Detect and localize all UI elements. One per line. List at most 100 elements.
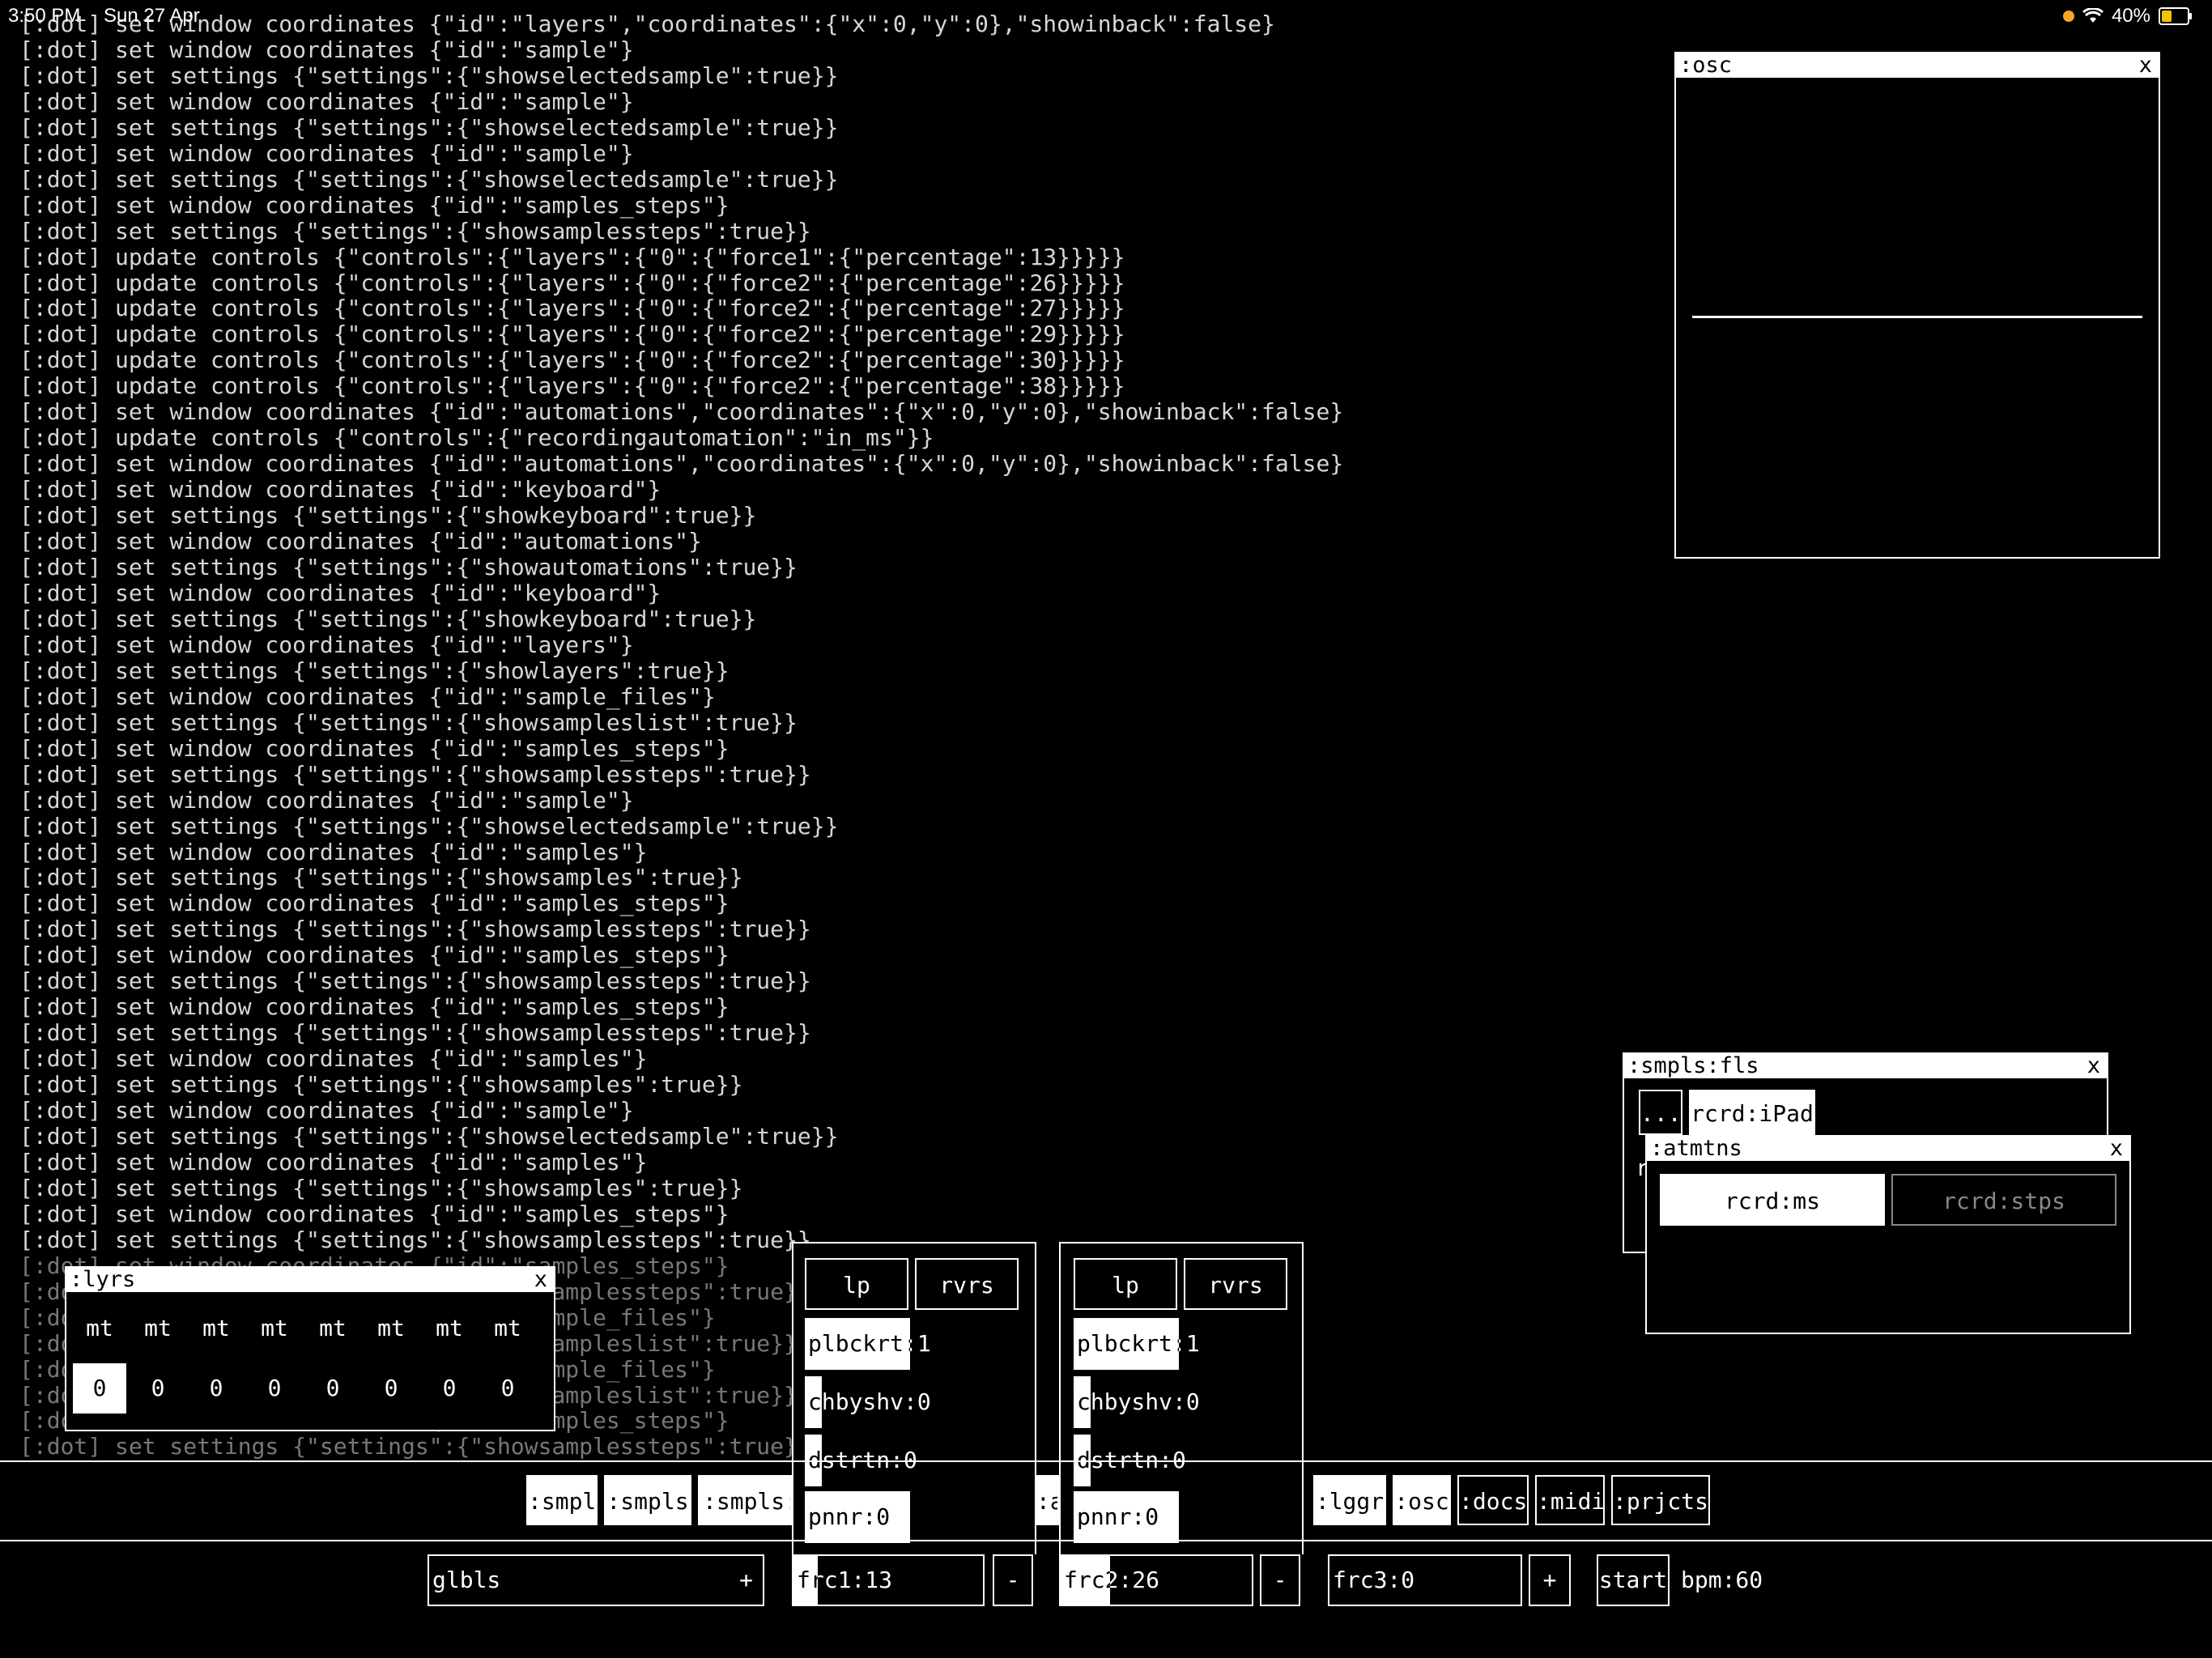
force1-slider[interactable]: frc1:13: [792, 1554, 985, 1606]
status-time: 3:50 PM: [8, 5, 81, 27]
layer-mute-6[interactable]: mt: [423, 1315, 476, 1341]
log-line: [:dot] set window coordinates {"id":"key…: [19, 476, 661, 504]
automations-window[interactable]: :atmtns x rcrd:ms rcrd:stps: [1645, 1135, 2131, 1334]
globals-add-button[interactable]: +: [739, 1556, 753, 1605]
osc-title: :osc: [1679, 53, 1733, 78]
layer-select-0[interactable]: 0: [73, 1363, 126, 1414]
parent-folder-button[interactable]: ...: [1639, 1090, 1682, 1135]
log-line: [:dot] set settings {"settings":{"showke…: [19, 605, 757, 632]
sample-files-titlebar[interactable]: :smpls:fls x: [1624, 1054, 2107, 1078]
start-button[interactable]: start: [1597, 1554, 1670, 1606]
log-line: [:dot] set settings {"settings":{"showsa…: [19, 708, 798, 736]
bpm-readout[interactable]: bpm:60: [1681, 1554, 1763, 1606]
record-steps-button[interactable]: rcrd:stps: [1891, 1174, 2116, 1226]
log-line: [:dot] update controls {"controls":{"lay…: [19, 295, 1125, 322]
globals-field[interactable]: glbls +: [428, 1554, 764, 1606]
loop-button-2[interactable]: lp: [1074, 1258, 1177, 1310]
layer-select-4[interactable]: 0: [306, 1363, 359, 1414]
reverse-button-1[interactable]: rvrs: [915, 1258, 1019, 1310]
panner-control-1[interactable]: pnnr:0: [805, 1491, 1015, 1543]
force3-slider[interactable]: frc3:0: [1328, 1554, 1522, 1606]
toolbar-prjcts-button[interactable]: :prjcts: [1611, 1475, 1710, 1525]
playback-rate-label-1: plbckrt:1: [808, 1330, 931, 1357]
log-line: [:dot] set settings {"settings":{"showsa…: [19, 967, 811, 995]
log-line: [:dot] set window coordinates {"id":"sam…: [19, 838, 648, 865]
log-line: [:dot] update controls {"controls":{"rec…: [19, 424, 934, 452]
layer-mute-4[interactable]: mt: [306, 1315, 359, 1341]
osc-window[interactable]: :osc x: [1674, 52, 2160, 559]
chebyshev-label-2: chbyshv:0: [1077, 1388, 1200, 1415]
panner-control-2[interactable]: pnnr:0: [1074, 1491, 1284, 1543]
toolbar-docs-button[interactable]: :docs: [1457, 1475, 1529, 1525]
layer-mute-2[interactable]: mt: [189, 1315, 243, 1341]
layer-mute-0[interactable]: mt: [73, 1315, 126, 1341]
sample-files-title: :smpls:fls: [1627, 1053, 1759, 1078]
layer-select-2[interactable]: 0: [189, 1363, 243, 1414]
toolbar-smpls-steps-button[interactable]: :smpls:: [698, 1475, 792, 1525]
chebyshev-control-2[interactable]: chbyshv:0: [1074, 1376, 1284, 1428]
record-ms-button[interactable]: rcrd:ms: [1660, 1174, 1885, 1226]
sample-panel-1[interactable]: lp rvrs plbckrt:1 chbyshv:0 dstrtn:0 pnn…: [792, 1242, 1036, 1554]
layers-title: :lyrs: [70, 1267, 136, 1292]
toolbar-smpls-button[interactable]: :smpls: [604, 1475, 691, 1525]
force2-label: frc2:26: [1064, 1567, 1160, 1593]
globals-label: glbls: [432, 1567, 501, 1593]
log-line: [:dot] set window coordinates {"id":"sam…: [19, 942, 730, 969]
oscilloscope-trace: [1692, 316, 2142, 318]
battery-icon: [2159, 7, 2192, 25]
toolbar-lggr-button[interactable]: :lggr: [1313, 1475, 1386, 1525]
layers-close-icon[interactable]: x: [534, 1268, 547, 1292]
force1-decrement-button[interactable]: -: [993, 1554, 1033, 1606]
layer-select-7[interactable]: 0: [481, 1363, 534, 1414]
force2-decrement-button[interactable]: -: [1260, 1554, 1300, 1606]
chebyshev-control-1[interactable]: chbyshv:0: [805, 1376, 1015, 1428]
toolbar-osc-button[interactable]: :osc: [1393, 1475, 1451, 1525]
layer-select-3[interactable]: 0: [248, 1363, 301, 1414]
log-line: [:dot] set settings {"settings":{"showse…: [19, 113, 839, 141]
force2-slider[interactable]: frc2:26: [1059, 1554, 1253, 1606]
automations-titlebar[interactable]: :atmtns x: [1647, 1137, 2129, 1161]
record-ipad-button[interactable]: rcrd:iPad: [1689, 1090, 1815, 1135]
log-line: [:dot] set window coordinates {"id":"key…: [19, 579, 661, 606]
force3-increment-button[interactable]: +: [1529, 1554, 1571, 1606]
mic-indicator-icon: [2062, 11, 2074, 22]
layer-mute-7[interactable]: mt: [481, 1315, 534, 1341]
playback-rate-control-1[interactable]: plbckrt:1: [805, 1318, 1015, 1370]
layer-select-6[interactable]: 0: [423, 1363, 476, 1414]
log-line: [:dot] set settings {"settings":{"showke…: [19, 502, 757, 529]
automations-close-icon[interactable]: x: [2110, 1137, 2123, 1161]
log-line: [:dot] set settings {"settings":{"showse…: [19, 62, 839, 89]
log-line: [:dot] set window coordinates {"id":"sam…: [19, 1045, 648, 1073]
layers-titlebar[interactable]: :lyrs x: [66, 1268, 554, 1292]
panner-label-2: pnnr:0: [1077, 1503, 1159, 1530]
wifi-icon: [2082, 8, 2104, 23]
log-line: [:dot] set window coordinates {"id":"sam…: [19, 734, 730, 762]
layer-mute-5[interactable]: mt: [364, 1315, 418, 1341]
layer-mute-3[interactable]: mt: [248, 1315, 301, 1341]
playback-rate-control-2[interactable]: plbckrt:1: [1074, 1318, 1284, 1370]
osc-titlebar[interactable]: :osc x: [1676, 53, 2159, 78]
battery-percentage: 40%: [2111, 5, 2150, 27]
sample-files-close-icon[interactable]: x: [2087, 1054, 2100, 1078]
layer-select-5[interactable]: 0: [364, 1363, 418, 1414]
log-line: [:dot] update controls {"controls":{"lay…: [19, 243, 1125, 270]
log-line: [:dot] set window coordinates {"id":"sam…: [19, 993, 730, 1021]
toolbar-midi-button[interactable]: :midi: [1535, 1475, 1605, 1525]
loop-button-1[interactable]: lp: [805, 1258, 908, 1310]
layer-mute-1[interactable]: mt: [131, 1315, 185, 1341]
log-line: [:dot] set settings {"settings":{"showsa…: [19, 1019, 811, 1047]
sample-panel-2[interactable]: lp rvrs plbckrt:1 chbyshv:0 dstrtn:0 pnn…: [1059, 1242, 1304, 1554]
force3-label: frc3:0: [1333, 1567, 1415, 1593]
toolbar-automations-button[interactable]: :a: [1035, 1475, 1059, 1525]
log-line: [:dot] set window coordinates {"id":"aut…: [19, 450, 1344, 478]
layers-window[interactable]: :lyrs x mt 0 mt 0 mt 0 mt 0 mt 0 mt 0 mt 0 mt 0: [65, 1266, 555, 1431]
osc-close-icon[interactable]: x: [2139, 53, 2152, 78]
panner-label-1: pnnr:0: [808, 1503, 891, 1530]
status-bar: 3:50 PM Sun 27 Apr 40%: [0, 0, 2212, 34]
layer-select-1[interactable]: 0: [131, 1363, 185, 1414]
toolbar-smpl-button[interactable]: :smpl: [526, 1475, 598, 1525]
log-line: [:dot] update controls {"controls":{"lay…: [19, 269, 1125, 296]
force1-label: frc1:13: [797, 1567, 893, 1593]
reverse-button-2[interactable]: rvrs: [1184, 1258, 1287, 1310]
status-right: 40%: [2062, 5, 2192, 28]
